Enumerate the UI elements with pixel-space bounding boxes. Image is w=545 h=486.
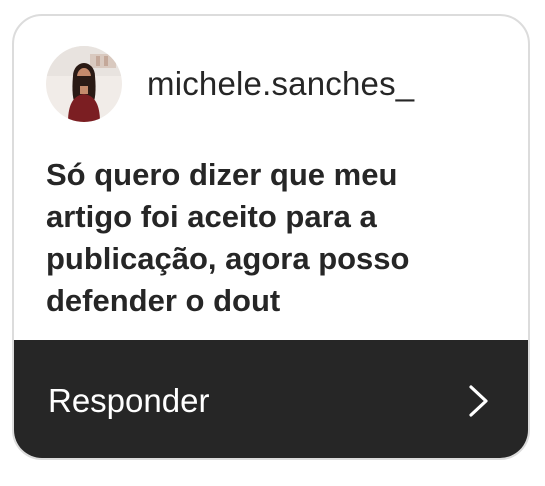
chevron-right-icon [469,385,488,417]
avatar-photo-icon [46,46,122,122]
sender-username[interactable]: michele.sanches_ [147,65,414,103]
sender-header: michele.sanches_ [46,46,414,122]
reply-button[interactable]: Responder [14,340,528,458]
story-reply-card: michele.sanches_ Só quero dizer que meu … [12,14,530,460]
message-text: Só quero dizer que meu artigo foi aceito… [46,157,410,318]
reply-button-label: Responder [48,382,210,419]
avatar[interactable] [46,46,122,122]
